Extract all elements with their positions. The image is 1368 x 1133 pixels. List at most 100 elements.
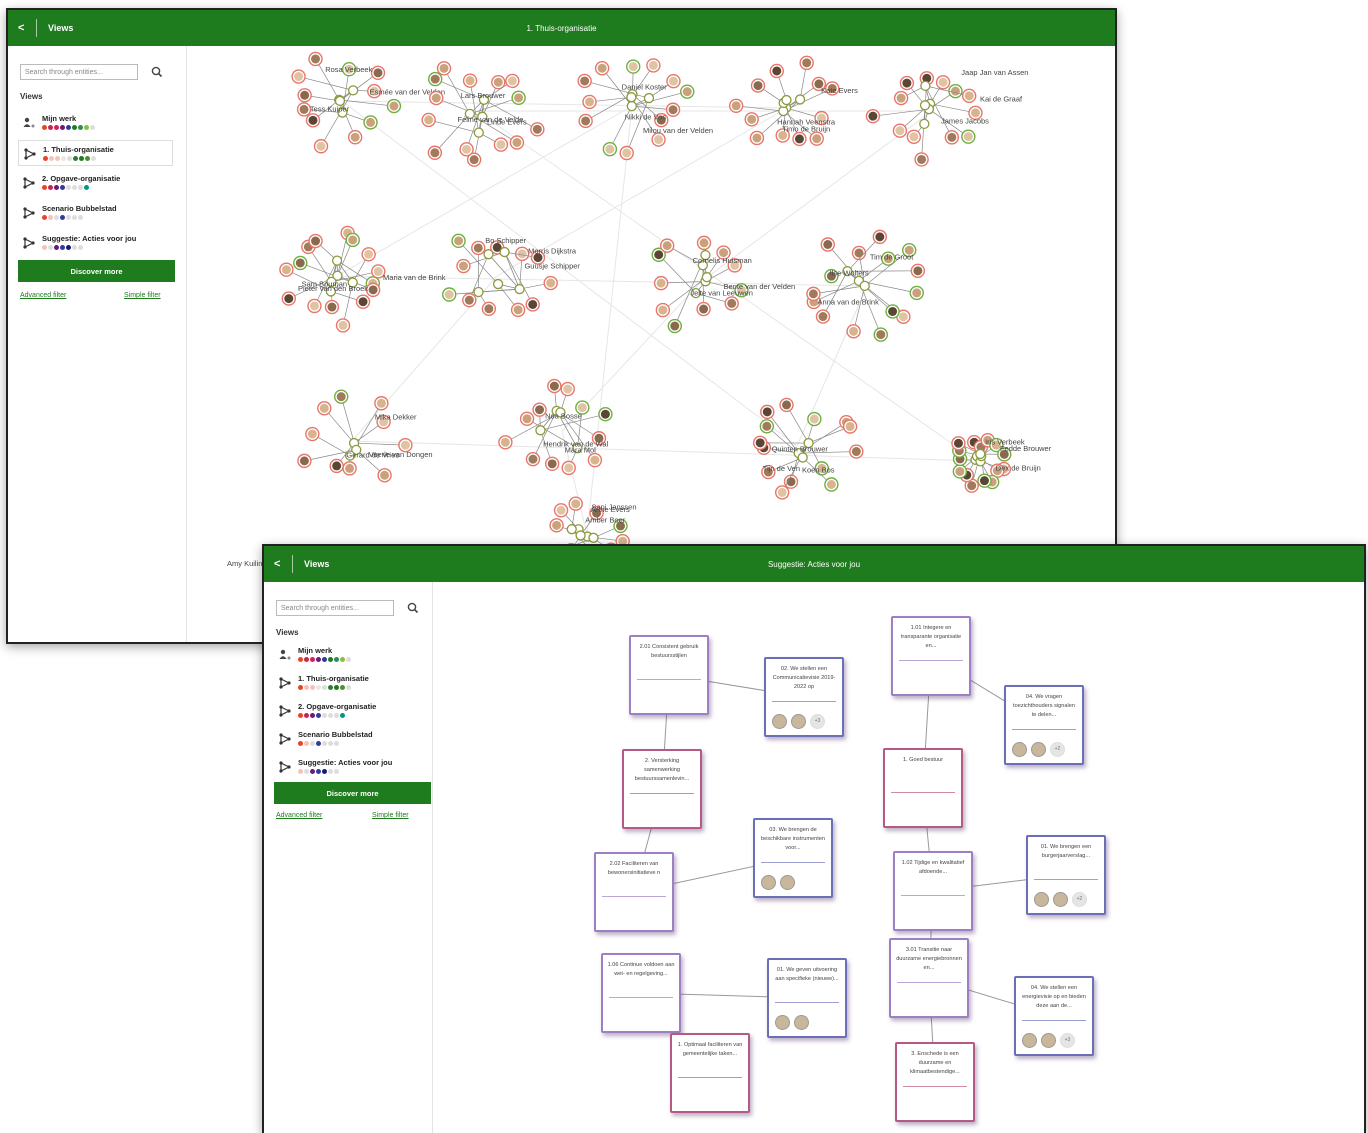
person-node[interactable] (793, 132, 806, 145)
person-node[interactable] (810, 132, 823, 145)
person-node[interactable] (596, 62, 609, 75)
person-node[interactable] (429, 73, 442, 86)
action-card[interactable]: 3.01 Transitie naar duurzame energiebron… (889, 938, 969, 1018)
person-node[interactable] (472, 241, 485, 254)
person-node[interactable] (866, 110, 879, 123)
person-node[interactable] (656, 304, 669, 317)
person-node[interactable] (292, 70, 305, 83)
team-node[interactable] (349, 86, 358, 95)
more-members-badge[interactable]: +3 (1060, 1033, 1075, 1048)
person-node[interactable] (647, 59, 660, 72)
person-node[interactable] (874, 328, 887, 341)
team-node[interactable] (798, 453, 807, 462)
view-item[interactable]: Scenario Bubbelstad (18, 200, 173, 226)
action-card[interactable]: 1.02 Tijdige en kwalitatief afdoende... (893, 851, 973, 931)
more-members-badge[interactable]: +2 (1072, 892, 1087, 907)
person-node[interactable] (335, 390, 348, 403)
person-node[interactable] (482, 302, 495, 315)
person-node[interactable] (668, 320, 681, 333)
person-node[interactable] (952, 437, 965, 450)
action-card[interactable]: 2.02 Faciliteren van bewonersinitiatieve… (594, 852, 674, 932)
team-node[interactable] (589, 533, 598, 542)
person-node[interactable] (655, 277, 668, 290)
action-card[interactable]: 01. We brengen een burgerjaarverslag...+… (1026, 835, 1106, 915)
person-node[interactable] (937, 76, 950, 89)
person-node[interactable] (910, 286, 923, 299)
view-item[interactable]: 1. Thuis-organisatie (18, 140, 173, 166)
person-node[interactable] (599, 408, 612, 421)
person-node[interactable] (430, 92, 443, 105)
person-node[interactable] (548, 380, 561, 393)
person-node[interactable] (457, 260, 470, 273)
person-node[interactable] (627, 60, 640, 73)
person-node[interactable] (821, 238, 834, 251)
person-node[interactable] (464, 74, 477, 87)
simple-filter-link[interactable]: Simple filter (372, 812, 409, 819)
avatar[interactable] (775, 1015, 790, 1030)
person-node[interactable] (911, 264, 924, 277)
person-node[interactable] (526, 453, 539, 466)
person-node[interactable] (510, 136, 523, 149)
view-item[interactable]: 1. Thuis-organisatie (274, 670, 429, 696)
person-node[interactable] (698, 236, 711, 249)
person-node[interactable] (886, 305, 899, 318)
team-node[interactable] (576, 531, 585, 540)
person-node[interactable] (620, 147, 633, 160)
team-node[interactable] (500, 248, 509, 257)
person-node[interactable] (315, 140, 328, 153)
discover-more-button[interactable]: Discover more (18, 260, 175, 282)
team-node[interactable] (860, 281, 869, 290)
search-input[interactable]: Search through entities... (276, 600, 394, 616)
person-node[interactable] (816, 310, 829, 323)
person-node[interactable] (364, 116, 377, 129)
person-node[interactable] (494, 138, 507, 151)
avatar[interactable] (761, 875, 776, 890)
person-node[interactable] (844, 420, 857, 433)
advanced-filter-link[interactable]: Advanced filter (20, 292, 66, 299)
team-node[interactable] (644, 94, 653, 103)
person-node[interactable] (309, 235, 322, 248)
action-card[interactable]: 02. We stellen een Communicatievisie 201… (764, 657, 844, 737)
more-members-badge[interactable]: +3 (810, 714, 825, 729)
team-node[interactable] (702, 273, 711, 282)
person-node[interactable] (378, 469, 391, 482)
person-node[interactable] (346, 233, 359, 246)
person-node[interactable] (499, 436, 512, 449)
person-node[interactable] (387, 100, 400, 113)
person-node[interactable] (953, 465, 966, 478)
person-node[interactable] (372, 66, 385, 79)
person-node[interactable] (945, 131, 958, 144)
team-node[interactable] (782, 96, 791, 105)
action-card[interactable]: 2.01 Consistent gebruik bestuursstijlen (629, 635, 709, 715)
person-node[interactable] (745, 113, 758, 126)
person-node[interactable] (578, 74, 591, 87)
team-node[interactable] (515, 285, 524, 294)
team-node[interactable] (484, 250, 493, 259)
view-item[interactable]: Mijn werk (18, 110, 173, 136)
team-node[interactable] (474, 128, 483, 137)
team-node[interactable] (474, 288, 483, 297)
team-node[interactable] (976, 450, 985, 459)
person-node[interactable] (900, 77, 913, 90)
person-node[interactable] (531, 123, 544, 136)
person-node[interactable] (776, 486, 789, 499)
person-node[interactable] (463, 294, 476, 307)
view-item[interactable]: 2. Opgave-organisatie (274, 698, 429, 724)
person-node[interactable] (750, 131, 763, 144)
person-node[interactable] (337, 319, 350, 332)
person-node[interactable] (282, 292, 295, 305)
person-node[interactable] (808, 413, 821, 426)
person-node[interactable] (825, 478, 838, 491)
person-node[interactable] (325, 301, 338, 314)
person-node[interactable] (349, 131, 362, 144)
person-node[interactable] (667, 75, 680, 88)
card-graph-canvas[interactable]: 2.01 Consistent gebruik bestuursstijlen 0… (433, 582, 1364, 1133)
view-item[interactable]: Suggestie: Acties voor jou (274, 754, 429, 780)
search-input[interactable]: Search through entities... (20, 64, 138, 80)
person-node[interactable] (754, 436, 767, 449)
avatar[interactable] (791, 714, 806, 729)
team-node[interactable] (627, 102, 636, 111)
avatar[interactable] (780, 875, 795, 890)
person-node[interactable] (280, 263, 293, 276)
person-node[interactable] (512, 91, 525, 104)
